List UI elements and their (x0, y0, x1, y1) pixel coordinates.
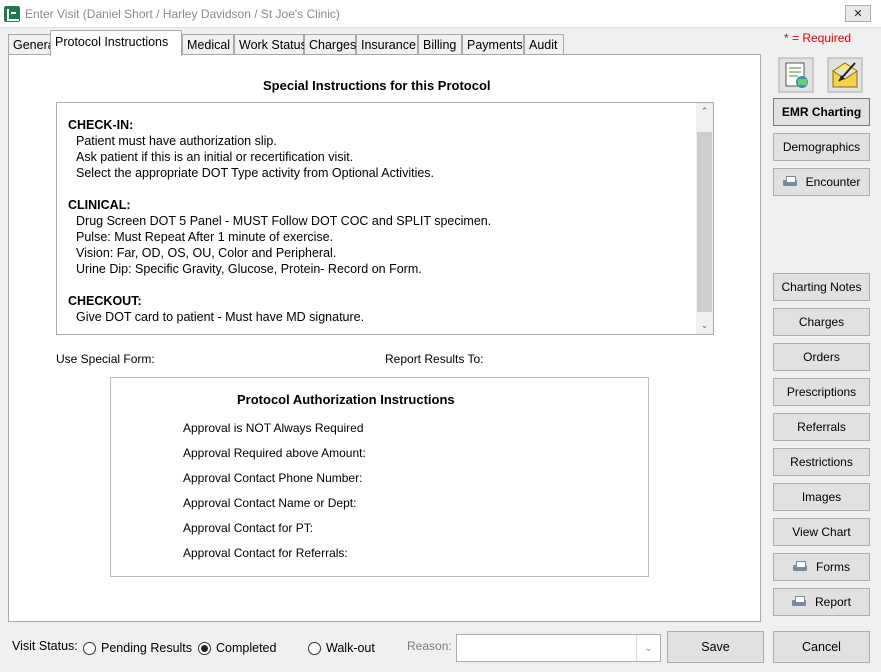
instructions-text: CHECK-IN: Patient must have authorizatio… (68, 117, 491, 325)
prescriptions-button[interactable]: Prescriptions (773, 378, 870, 406)
auth-line-above-amount: Approval Required above Amount: (183, 446, 366, 460)
scroll-up-icon[interactable]: ⌃ (696, 103, 713, 120)
close-button[interactable]: ✕ (845, 5, 871, 22)
use-special-form-label: Use Special Form: (56, 352, 155, 366)
sign-document-icon[interactable] (827, 57, 863, 93)
instruction-line: Give DOT card to patient - Must have MD … (76, 310, 365, 324)
auth-line-phone: Approval Contact Phone Number: (183, 471, 363, 485)
referrals-button[interactable]: Referrals (773, 413, 870, 441)
status-walk-out[interactable]: Walk-out (308, 641, 375, 655)
restrictions-button[interactable]: Restrictions (773, 448, 870, 476)
tab-work-status[interactable]: Work Status (234, 34, 307, 55)
auth-line-contact-name: Approval Contact Name or Dept: (183, 496, 357, 510)
printer-icon (782, 176, 797, 188)
radio-completed[interactable] (198, 641, 211, 655)
tab-payments[interactable]: Payments (462, 34, 524, 55)
section-heading-checkout: CHECKOUT: (68, 294, 142, 308)
auth-line-contact-pt: Approval Contact for PT: (183, 521, 314, 535)
tab-insurance[interactable]: Insurance (356, 34, 418, 55)
instruction-line: Vision: Far, OD, OS, OU, Color and Perip… (76, 246, 337, 260)
images-button[interactable]: Images (773, 483, 870, 511)
emr-charting-button[interactable]: EMR Charting (773, 98, 870, 126)
close-icon: ✕ (853, 8, 863, 20)
orders-button[interactable]: Orders (773, 343, 870, 371)
radio-pending-results[interactable] (83, 641, 96, 655)
save-button[interactable]: Save (667, 631, 764, 663)
tab-medical[interactable]: Medical (182, 34, 234, 55)
scroll-thumb[interactable] (697, 132, 712, 312)
charting-notes-button[interactable]: Charting Notes (773, 273, 870, 301)
view-chart-button[interactable]: View Chart (773, 518, 870, 546)
instruction-line: Ask patient if this is an initial or rec… (76, 150, 354, 164)
cancel-button[interactable]: Cancel (773, 631, 870, 663)
instruction-line: Select the appropriate DOT Type activity… (76, 166, 435, 180)
reason-select[interactable]: ⌄ (456, 634, 661, 662)
tab-billing[interactable]: Billing (418, 34, 462, 55)
chevron-down-icon[interactable]: ⌄ (636, 635, 660, 661)
auth-line-always-required: Approval is NOT Always Required (183, 421, 364, 435)
authorization-title: Protocol Authorization Instructions (237, 392, 455, 407)
required-note: * = Required (784, 31, 852, 45)
printer-icon (791, 596, 806, 608)
encounter-button[interactable]: Encounter (773, 168, 870, 196)
status-completed[interactable]: Completed (198, 641, 276, 655)
scroll-down-icon[interactable]: ⌄ (696, 317, 713, 334)
printer-icon (793, 561, 807, 573)
auth-line-contact-referrals: Approval Contact for Referrals: (183, 546, 348, 560)
tab-protocol-instructions[interactable]: Protocol Instructions (50, 30, 182, 56)
radio-walk-out[interactable] (308, 641, 321, 655)
demographics-button[interactable]: Demographics (773, 133, 870, 161)
tab-charges[interactable]: Charges (304, 34, 356, 55)
instruction-line: Urine Dip: Specific Gravity, Glucose, Pr… (76, 262, 422, 276)
window-title: Enter Visit (Daniel Short / Harley David… (25, 7, 340, 21)
report-button[interactable]: Report (773, 588, 870, 616)
instruction-line: Patient must have authorization slip. (76, 134, 277, 148)
special-instructions-title: Special Instructions for this Protocol (263, 78, 491, 93)
instruction-line: Drug Screen DOT 5 Panel - MUST Follow DO… (76, 214, 492, 228)
status-pending-results[interactable]: Pending Results (83, 641, 192, 655)
report-results-to-label: Report Results To: (385, 352, 484, 366)
app-icon (4, 6, 20, 22)
section-heading-clinical: CLINICAL: (68, 198, 131, 212)
authorization-instructions-box: Protocol Authorization Instructions Appr… (110, 377, 649, 577)
title-bar: Enter Visit (Daniel Short / Harley David… (0, 0, 881, 28)
visit-status-label: Visit Status: (12, 639, 78, 653)
special-instructions-box[interactable]: CHECK-IN: Patient must have authorizatio… (56, 102, 714, 335)
instructions-scrollbar[interactable]: ⌃ ⌄ (696, 103, 713, 334)
document-edit-icon[interactable] (778, 57, 814, 93)
section-heading-checkin: CHECK-IN: (68, 118, 134, 132)
forms-button[interactable]: Forms (773, 553, 870, 581)
protocol-instructions-panel: Special Instructions for this Protocol C… (8, 54, 761, 622)
tab-audit[interactable]: Audit (524, 34, 564, 55)
charges-button[interactable]: Charges (773, 308, 870, 336)
reason-label: Reason: (407, 639, 452, 653)
instruction-line: Pulse: Must Repeat After 1 minute of exe… (76, 230, 334, 244)
